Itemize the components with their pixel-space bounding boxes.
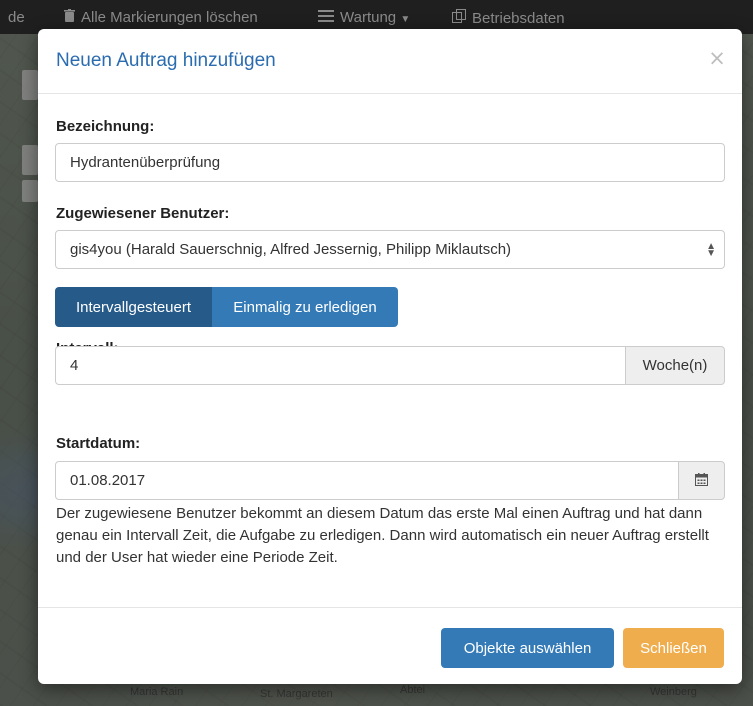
- schliessen-button[interactable]: Schließen: [623, 628, 724, 668]
- nav-wartung-dropdown[interactable]: Wartung ▼: [318, 9, 410, 26]
- intervall-unit: Woche(n): [625, 346, 725, 385]
- bezeichnung-input[interactable]: Hydrantenüberprüfung: [55, 143, 725, 182]
- benutzer-select[interactable]: gis4you (Harald Sauerschnig, Alfred Jess…: [55, 230, 725, 269]
- nav-betriebsdaten-label: Betriebsdaten: [472, 10, 565, 27]
- einmalig-button[interactable]: Einmalig zu erledigen: [212, 287, 398, 327]
- trash-icon: [64, 9, 75, 26]
- close-icon[interactable]: ×: [706, 45, 728, 71]
- caret-down-icon: ▼: [400, 14, 411, 25]
- map-label: Maria Rain: [130, 686, 184, 698]
- intervall-input[interactable]: 4: [55, 346, 626, 385]
- navbar-fragment: de: [8, 9, 25, 26]
- startdatum-input[interactable]: 01.08.2017: [55, 461, 679, 500]
- intervallgesteuert-button[interactable]: Intervallgesteuert: [55, 287, 212, 327]
- bezeichnung-label: Bezeichnung:: [56, 118, 155, 135]
- map-label: St. Margareten: [260, 688, 333, 700]
- startdatum-label: Startdatum:: [56, 435, 141, 452]
- nav-wartung-label: Wartung: [340, 9, 397, 26]
- add-order-dialog: Neuen Auftrag hinzufügen × Bezeichnung: …: [38, 29, 742, 684]
- intervall-input-group: 4 Woche(n): [55, 346, 725, 385]
- calendar-button[interactable]: [678, 461, 725, 500]
- benutzer-label: Zugewiesener Benutzer:: [56, 205, 230, 222]
- modal-header: Neuen Auftrag hinzufügen ×: [38, 29, 742, 94]
- map-label: Weinberg: [650, 686, 697, 698]
- map-label: Abtei: [400, 684, 426, 696]
- calendar-icon: [695, 472, 708, 489]
- nav-betriebsdaten[interactable]: Betriebsdaten: [452, 9, 565, 27]
- copy-icon: [452, 9, 466, 27]
- modal-footer: Objekte auswählen Schließen: [38, 607, 742, 684]
- benutzer-selected-value: gis4you (Harald Sauerschnig, Alfred Jess…: [70, 241, 512, 258]
- startdatum-help-text: Der zugewiesene Benutzer bekommt an dies…: [56, 505, 709, 566]
- modal-title: Neuen Auftrag hinzufügen: [56, 50, 276, 71]
- select-arrows-icon: ▲ ▼: [706, 241, 716, 259]
- objekte-auswaehlen-button[interactable]: Objekte auswählen: [441, 628, 614, 668]
- nav-delete-markers-label: Alle Markierungen löschen: [81, 9, 258, 26]
- startdatum-input-group: 01.08.2017: [55, 461, 725, 500]
- list-icon: [318, 9, 334, 26]
- nav-delete-markers[interactable]: Alle Markierungen löschen: [64, 9, 258, 26]
